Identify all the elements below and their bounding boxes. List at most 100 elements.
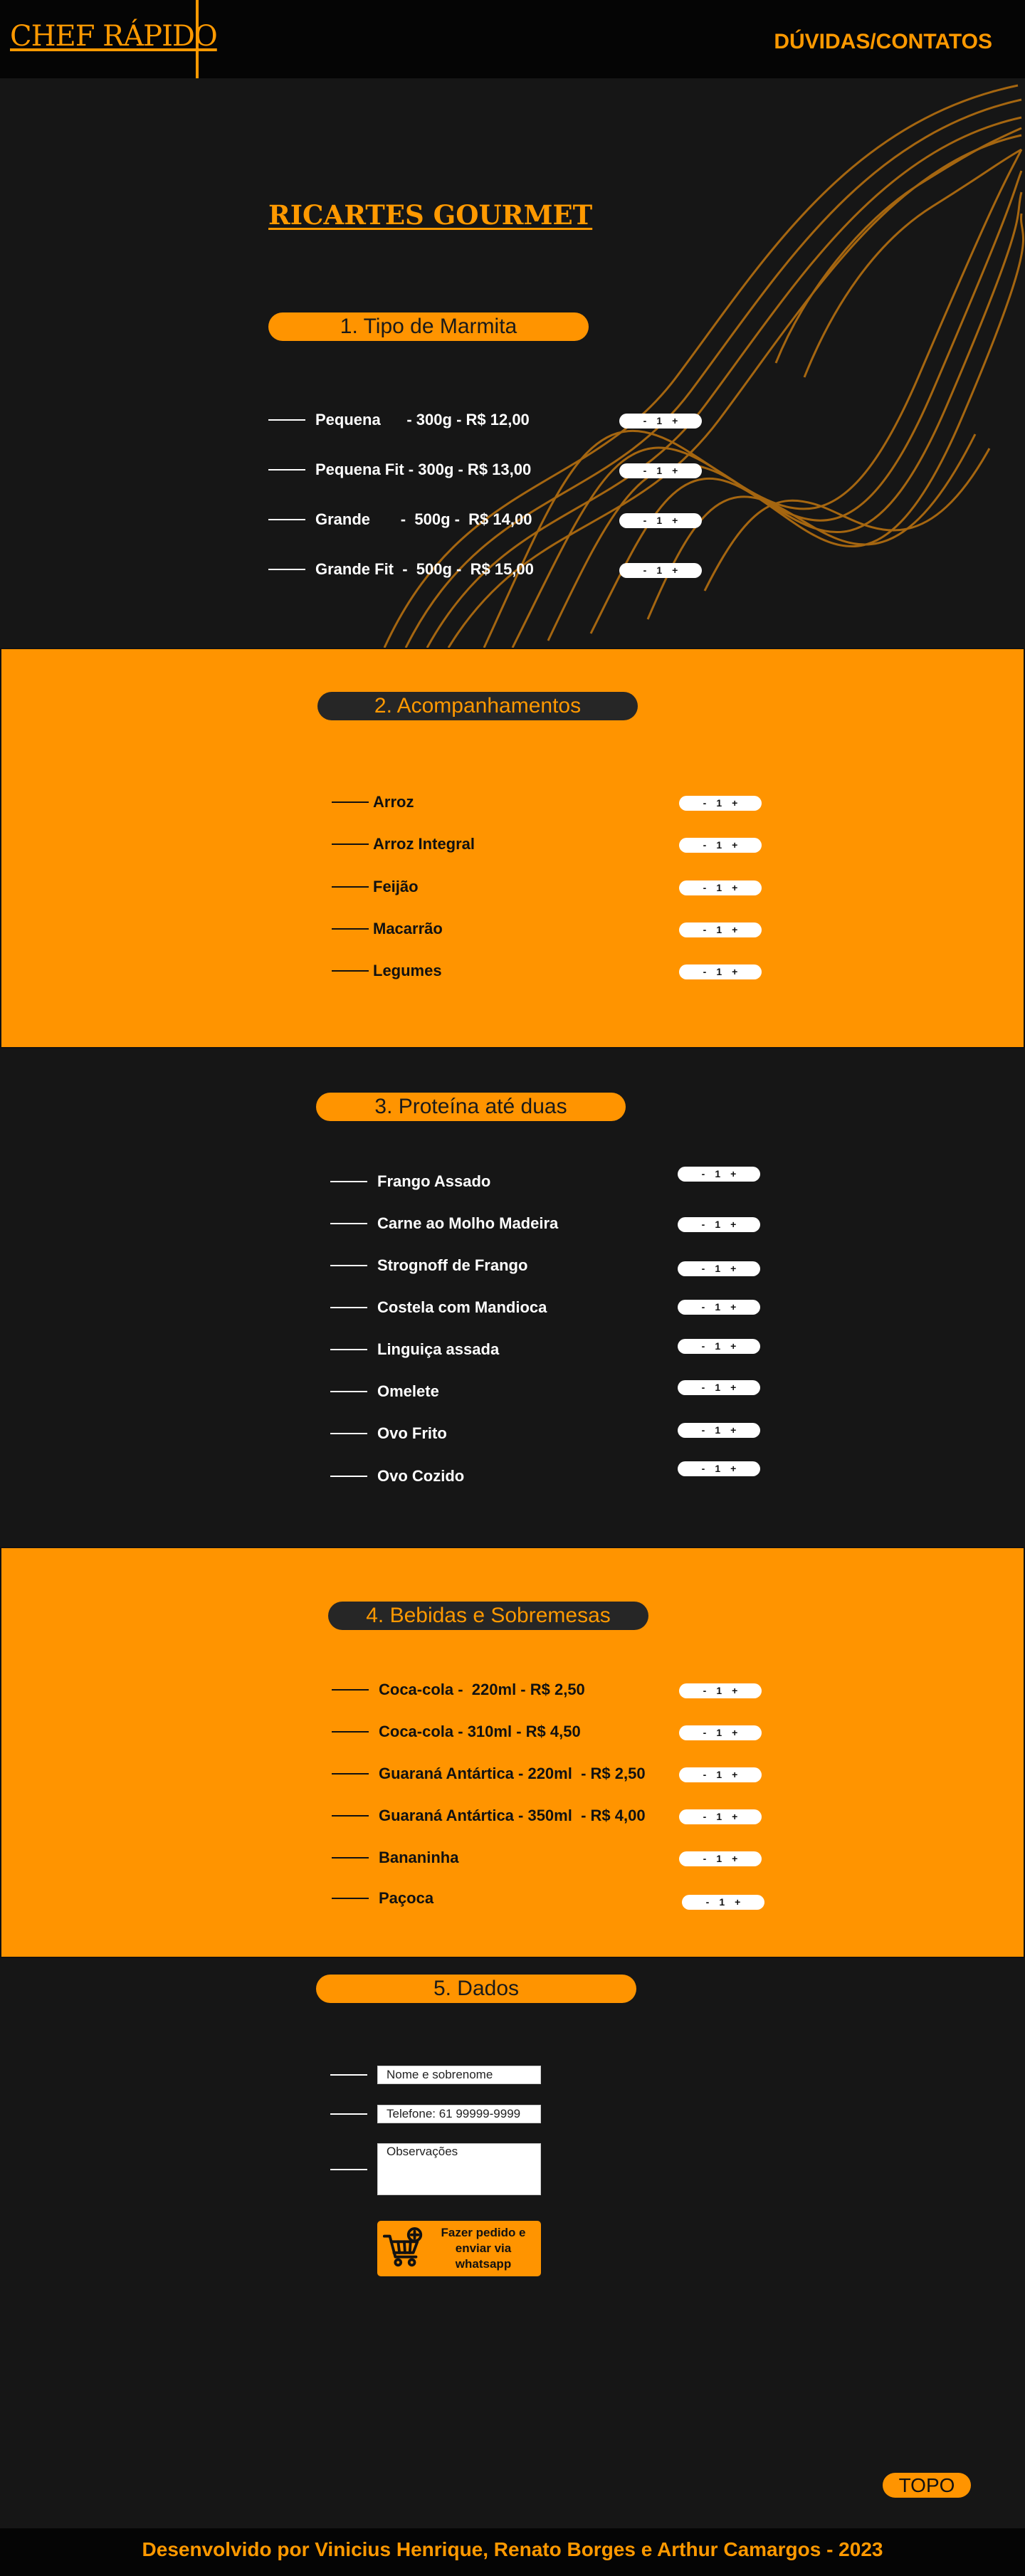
minus-button[interactable]: - <box>703 1767 707 1782</box>
quantity-value: 1 <box>716 924 722 935</box>
quantity-stepper[interactable]: -1 + <box>678 1423 760 1438</box>
plus-button[interactable]: + <box>732 922 737 937</box>
quantity-stepper[interactable]: -1 + <box>679 922 762 937</box>
minus-button[interactable]: - <box>703 796 707 811</box>
quantity-stepper[interactable]: -1 + <box>679 964 762 979</box>
quantity-value: 1 <box>715 1168 721 1179</box>
list-item: Pequena Fit - 300g - R$ 13,00 -1 + <box>268 459 710 482</box>
order-whatsapp-button[interactable]: Fazer pedido e enviar via whatsapp <box>377 2221 541 2276</box>
item-label: Strognoff de Frango <box>377 1256 528 1274</box>
minus-button[interactable]: - <box>703 1725 707 1740</box>
plus-button[interactable]: + <box>672 513 678 528</box>
plus-button[interactable]: + <box>730 1380 736 1395</box>
quantity-stepper[interactable]: -1 + <box>679 1767 762 1782</box>
minus-button[interactable]: - <box>703 922 707 937</box>
plus-button[interactable]: + <box>732 1683 737 1698</box>
quantity-stepper[interactable]: -1 + <box>678 1380 760 1395</box>
list-item: Frango Assado -1 + <box>330 1167 772 1194</box>
quantity-stepper[interactable]: -1 + <box>678 1167 760 1182</box>
back-to-top-button[interactable]: TOPO <box>883 2473 971 2498</box>
quantity-stepper[interactable]: -1 + <box>619 414 702 429</box>
item-dash <box>330 1223 367 1224</box>
minus-button[interactable]: - <box>643 414 647 429</box>
plus-button[interactable]: + <box>732 1851 737 1866</box>
quantity-stepper[interactable]: -1 + <box>679 880 762 895</box>
plus-button[interactable]: + <box>730 1423 736 1438</box>
minus-button[interactable]: - <box>703 1683 707 1698</box>
quantity-stepper[interactable]: -1 + <box>619 513 702 528</box>
minus-button[interactable]: - <box>703 1809 707 1824</box>
minus-button[interactable]: - <box>702 1217 705 1232</box>
quantity-stepper[interactable]: -1 + <box>679 1725 762 1740</box>
observations-textarea[interactable]: Observações <box>377 2143 541 2195</box>
minus-button[interactable]: - <box>702 1167 705 1182</box>
minus-button[interactable]: - <box>702 1380 705 1395</box>
list-item: Grande - 500g - R$ 14,00 -1 + <box>268 509 710 532</box>
quantity-stepper[interactable]: -1 + <box>678 1261 760 1276</box>
item-label: Guaraná Antártica - 350ml - R$ 4,00 <box>379 1807 646 1824</box>
plus-button[interactable]: + <box>730 1217 736 1232</box>
minus-button[interactable]: - <box>702 1300 705 1315</box>
quantity-value: 1 <box>716 797 722 809</box>
minus-button[interactable]: - <box>702 1261 705 1276</box>
quantity-stepper[interactable]: -1 + <box>619 563 702 578</box>
plus-button[interactable]: + <box>732 1767 737 1782</box>
plus-button[interactable]: + <box>732 838 737 853</box>
phone-input[interactable]: Telefone: 61 99999-9999 <box>377 2105 541 2123</box>
quantity-stepper[interactable]: -1 + <box>679 796 762 811</box>
minus-button[interactable]: - <box>643 513 647 528</box>
plus-button[interactable]: + <box>730 1261 736 1276</box>
contact-link[interactable]: DÚVIDAS/CONTATOS <box>774 30 992 54</box>
quantity-value: 1 <box>715 1340 721 1352</box>
plus-button[interactable]: + <box>730 1339 736 1354</box>
plus-button[interactable]: + <box>730 1167 736 1182</box>
section-title-acompanhamentos: 2. Acompanhamentos <box>317 692 638 720</box>
logo-divider <box>196 0 199 78</box>
quantity-stepper[interactable]: -1 + <box>678 1339 760 1354</box>
quantity-stepper[interactable]: -1 + <box>682 1895 764 1910</box>
item-dash <box>332 801 369 803</box>
plus-button[interactable]: + <box>672 463 678 478</box>
name-input[interactable]: Nome e sobrenome <box>377 2066 541 2084</box>
quantity-stepper[interactable]: -1 + <box>679 1809 762 1824</box>
minus-button[interactable]: - <box>702 1423 705 1438</box>
plus-button[interactable]: + <box>732 1725 737 1740</box>
plus-button[interactable]: + <box>732 880 737 895</box>
minus-button[interactable]: - <box>643 463 647 478</box>
minus-button[interactable]: - <box>703 880 707 895</box>
quantity-stepper[interactable]: -1 + <box>678 1300 760 1315</box>
quantity-stepper[interactable]: -1 + <box>679 1851 762 1866</box>
item-dash <box>332 1731 369 1733</box>
quantity-stepper[interactable]: -1 + <box>678 1217 760 1232</box>
quantity-value: 1 <box>715 1219 721 1230</box>
minus-button[interactable]: - <box>703 838 707 853</box>
minus-button[interactable]: - <box>703 1851 707 1866</box>
item-label: Pequena - 300g - R$ 12,00 <box>315 411 530 429</box>
item-dash <box>332 1773 369 1775</box>
plus-button[interactable]: + <box>672 563 678 578</box>
quantity-stepper[interactable]: -1 + <box>679 1683 762 1698</box>
minus-button[interactable]: - <box>706 1895 710 1910</box>
plus-button[interactable]: + <box>730 1461 736 1476</box>
plus-button[interactable]: + <box>732 1809 737 1824</box>
minus-button[interactable]: - <box>703 964 707 979</box>
item-label: Ovo Cozido <box>377 1467 465 1485</box>
item-label: Bananinha <box>379 1849 459 1866</box>
plus-button[interactable]: + <box>730 1300 736 1315</box>
site-logo[interactable]: CHEF RÁPIDO <box>10 20 218 53</box>
plus-button[interactable]: + <box>735 1895 740 1910</box>
section-acompanhamentos: 2. Acompanhamentos Arroz -1 + Arroz Integ… <box>0 648 1025 1048</box>
quantity-stepper[interactable]: -1 + <box>678 1461 760 1476</box>
plus-button[interactable]: + <box>732 796 737 811</box>
plus-button[interactable]: + <box>672 414 678 429</box>
plus-button[interactable]: + <box>732 964 737 979</box>
quantity-stepper[interactable]: -1 + <box>619 463 702 478</box>
minus-button[interactable]: - <box>702 1461 705 1476</box>
quantity-value: 1 <box>656 465 663 476</box>
minus-button[interactable]: - <box>702 1339 705 1354</box>
item-dash <box>330 1307 367 1308</box>
quantity-stepper[interactable]: -1 + <box>679 838 762 853</box>
list-item: Ovo Cozido -1 + <box>330 1461 772 1488</box>
minus-button[interactable]: - <box>643 563 647 578</box>
item-label: Coca-cola - 310ml - R$ 4,50 <box>379 1723 581 1740</box>
